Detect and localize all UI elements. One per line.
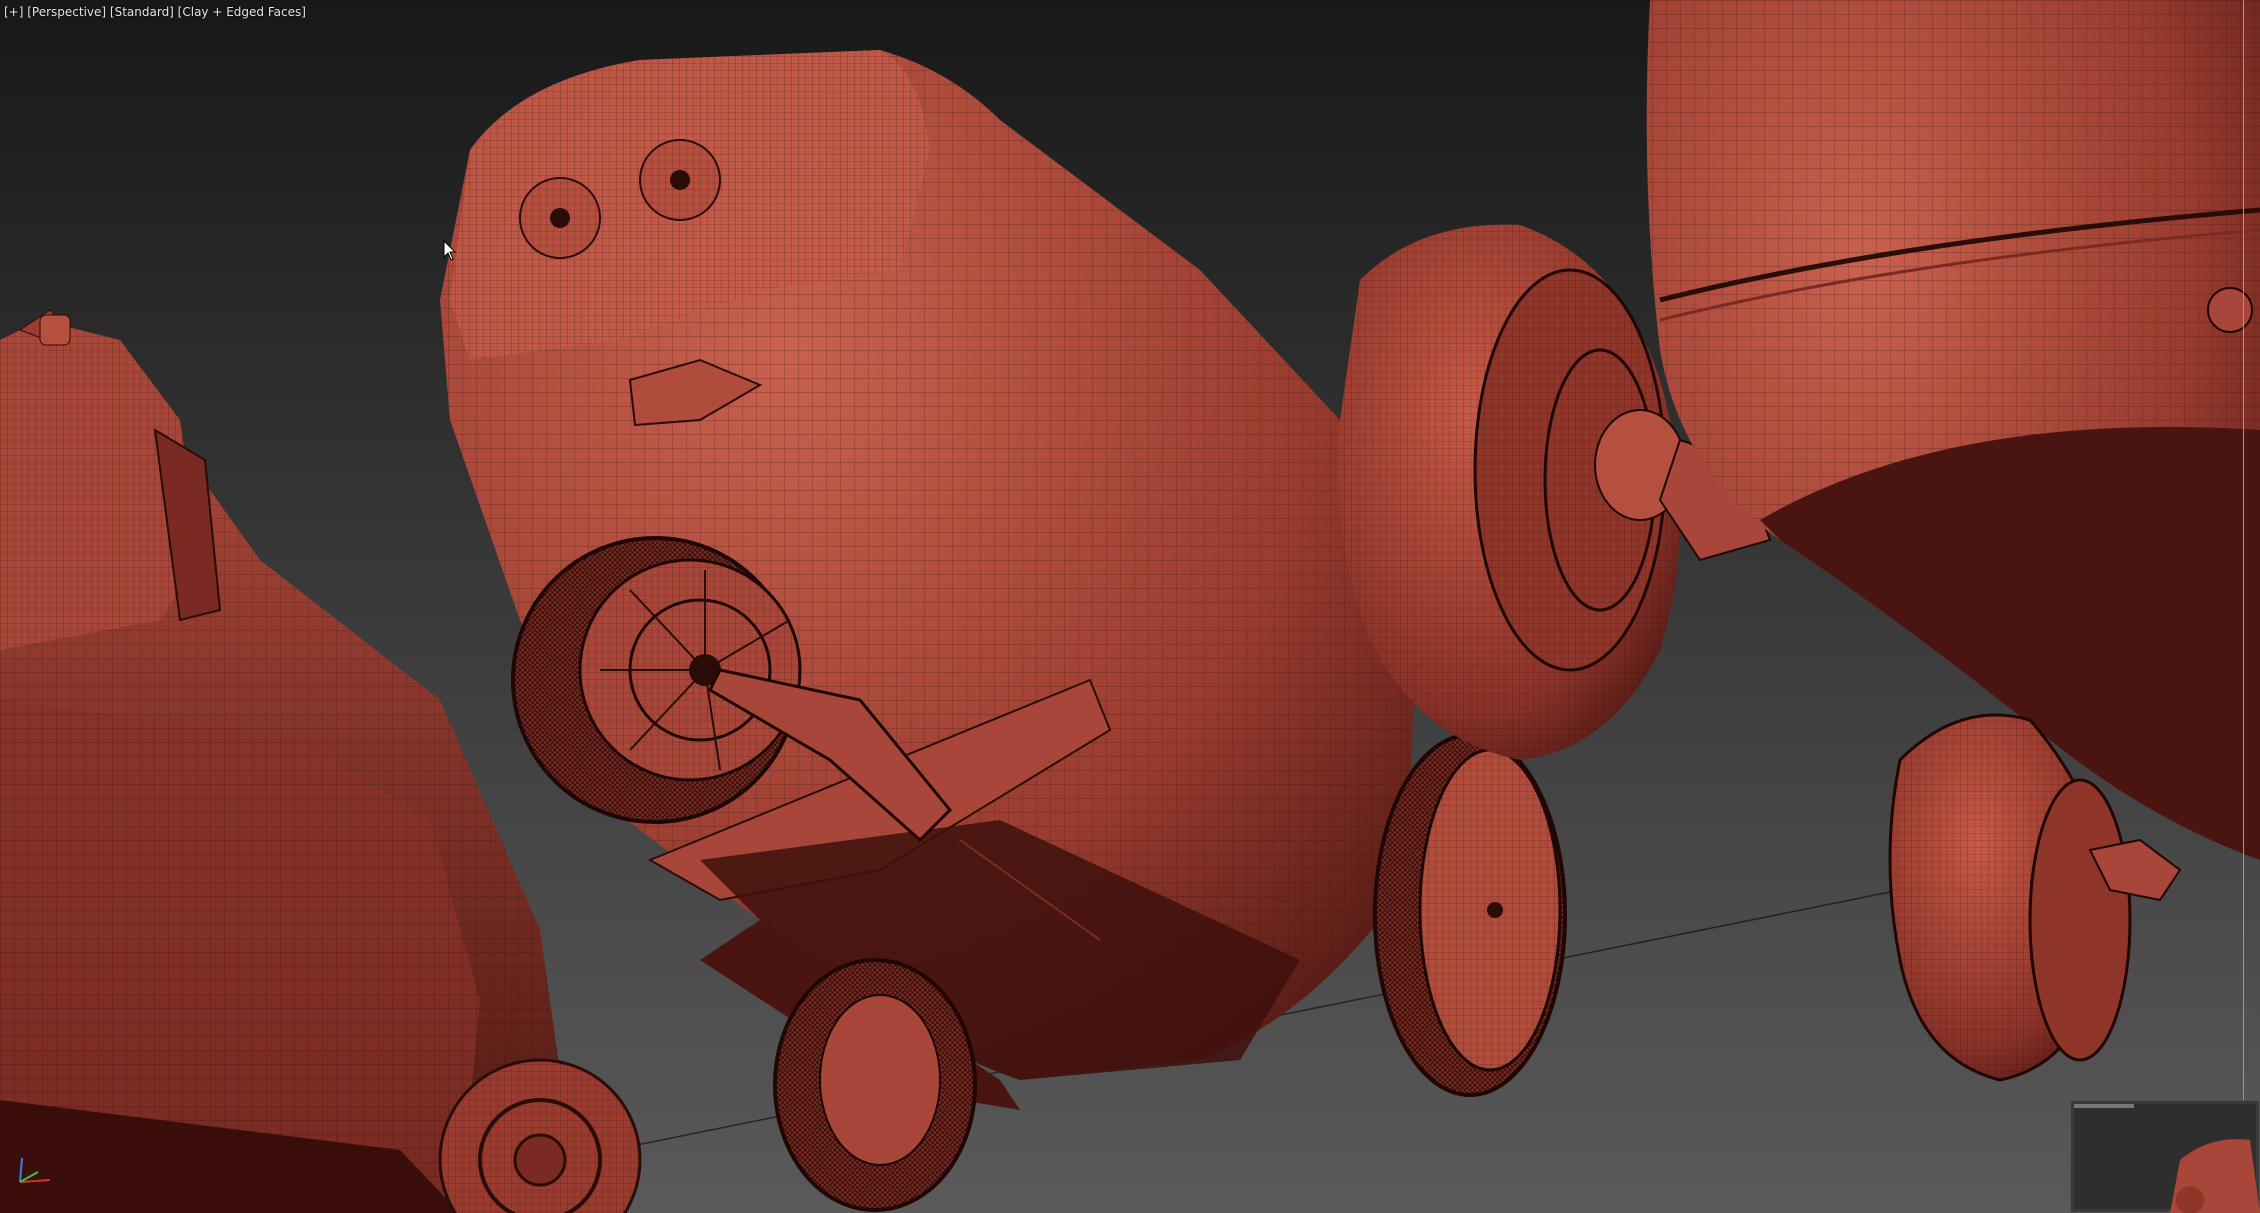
- arrow-cursor-icon: [443, 240, 457, 261]
- viewcube-icon[interactable]: [2070, 1100, 2260, 1213]
- viewport-perspective[interactable]: [+] [Perspective] [Standard] [Clay + Edg…: [0, 0, 2260, 1213]
- safe-frame-line: [2243, 0, 2244, 1100]
- scene-render[interactable]: [0, 0, 2260, 1213]
- center-wheel-rear: [773, 958, 977, 1212]
- center-wheel-right: [1373, 733, 1567, 1097]
- viewport-label[interactable]: [+] [Perspective] [Standard] [Clay + Edg…: [4, 5, 306, 19]
- axis-tripod-icon: [19, 1157, 51, 1183]
